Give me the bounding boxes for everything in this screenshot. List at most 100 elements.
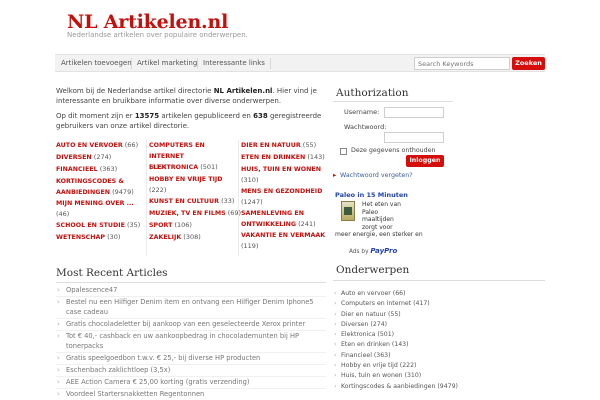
- list-item[interactable]: › Elektronica (501): [333, 330, 545, 340]
- category-link[interactable]: AUTO EN VERVOER: [56, 142, 123, 149]
- search-button[interactable]: Zoeken: [512, 57, 545, 70]
- category-item: SAMENLEVING EN ONTWIKKELING (241): [241, 210, 316, 228]
- intro-text: Welkom bij de Nederlandse artikel direct…: [56, 86, 326, 136]
- list-item[interactable]: › Kortingscodes & aanbiedingen (9479): [333, 382, 545, 392]
- article-link[interactable]: Opalescence47: [66, 286, 117, 294]
- list-item[interactable]: › Gratis chocoladeletter bij aankoop van …: [56, 319, 326, 331]
- topic-link[interactable]: Huis, tuin en wonen (310): [341, 372, 421, 379]
- topics-title: Onderwerpen: [336, 264, 410, 276]
- article-link[interactable]: Eschenbach zaklichtloep (3,5x): [66, 366, 170, 374]
- article-link[interactable]: Gratis chocoladeletter bij aankoop van e…: [66, 320, 305, 328]
- site-description: Nederlandse artikelen over populaire ond…: [67, 31, 248, 39]
- topic-link[interactable]: Elektronica (501): [341, 331, 394, 338]
- article-link[interactable]: AEE Action Camera € 25,00 korting (grati…: [66, 378, 249, 386]
- category-link[interactable]: SCHOOL EN STUDIE: [56, 222, 125, 229]
- section-divider: [333, 101, 453, 102]
- topic-link[interactable]: Eten en drinken (143): [341, 341, 409, 348]
- article-link[interactable]: Tot € 40,- cashback en uw aankoopbedrag …: [66, 332, 299, 350]
- list-item[interactable]: › Hobby en vrije tijd (222): [333, 361, 545, 371]
- category-link[interactable]: ELEKTRONICA: [149, 164, 198, 171]
- category-link[interactable]: FINANCIEEL: [56, 166, 98, 173]
- list-item[interactable]: › Tot € 40,- cashback en uw aankoopbedrag…: [56, 331, 326, 353]
- ad-widget[interactable]: Paleo in 15 Minuten Het eten van Paleo m…: [335, 191, 452, 259]
- arrow-icon: ▸: [333, 171, 337, 179]
- category-item: SPORT (106): [149, 221, 192, 229]
- paypro-logo: PayPro: [370, 247, 398, 255]
- category-link[interactable]: VAKANTIE EN VERMAAK: [241, 232, 325, 239]
- category-link[interactable]: COMPUTERS EN INTERNET: [149, 142, 205, 160]
- login-button[interactable]: Inloggen: [406, 155, 444, 167]
- column-divider: [238, 140, 239, 256]
- password-label: Wachtwoord:: [344, 123, 387, 131]
- category-link[interactable]: MENS EN GEZONDHEID: [241, 188, 322, 195]
- category-item: DIER EN NATUUR (55): [241, 141, 317, 149]
- category-link[interactable]: ETEN EN DRINKEN: [241, 154, 305, 161]
- category-link[interactable]: WETENSCHAP: [56, 234, 105, 241]
- topics-list: › Auto en vervoer (66) › Computers en inte…: [333, 289, 545, 392]
- list-item[interactable]: › Huis, tuin en wonen (310): [333, 371, 545, 381]
- article-link[interactable]: Voordeel Startersnakketten Regentonnen: [66, 390, 204, 398]
- category-item: SCHOOL EN STUDIE (35): [56, 221, 141, 229]
- list-item[interactable]: › Computers en internet (417): [333, 299, 545, 309]
- category-item: MUZIEK, TV EN FILMS (69): [149, 209, 242, 217]
- topic-link[interactable]: Computers en internet (417): [341, 300, 430, 307]
- chevron-right-icon: ›: [334, 362, 337, 370]
- article-link[interactable]: Gratis speelgoedbon t.w.v. € 25,- bij di…: [66, 354, 260, 362]
- topic-link[interactable]: Kortingscodes & aanbiedingen (9479): [341, 383, 458, 390]
- category-link[interactable]: DIER EN NATUUR: [241, 142, 301, 149]
- category-link[interactable]: DIVERSEN: [56, 154, 92, 161]
- chevron-right-icon: ›: [57, 332, 60, 340]
- list-item[interactable]: › Gratis speelgoedbon t.w.v. € 25,- bij d…: [56, 353, 326, 365]
- article-link[interactable]: Bestel nu een Hilfiger Denim item en ont…: [66, 298, 314, 316]
- chevron-right-icon: ›: [334, 331, 337, 339]
- username-field[interactable]: [384, 107, 444, 118]
- remember-me-checkbox[interactable]: [340, 148, 347, 155]
- topic-link[interactable]: Auto en vervoer (66): [341, 290, 406, 297]
- article-count: 13575: [134, 112, 160, 120]
- category-item: DIVERSEN (274): [56, 153, 112, 161]
- category-link[interactable]: HUIS, TUIN EN WONEN: [241, 166, 321, 173]
- category-link[interactable]: HOBBY EN VRIJE TIJD: [149, 176, 223, 183]
- search-input[interactable]: [414, 57, 510, 70]
- chevron-right-icon: ›: [334, 310, 337, 318]
- category-item: WETENSCHAP (30): [56, 233, 121, 241]
- authorization-title: Authorization: [336, 87, 409, 99]
- topic-link[interactable]: Financieel (363): [341, 352, 391, 359]
- nav-item-artikelen-toevoegen[interactable]: Artikelen toevoegen: [61, 59, 132, 67]
- category-link[interactable]: SPORT: [149, 222, 172, 229]
- chevron-right-icon: ›: [57, 354, 60, 362]
- site-title[interactable]: NL Artikelen.nl: [67, 11, 228, 33]
- category-link[interactable]: SAMENLEVING EN ONTWIKKELING: [241, 210, 304, 228]
- list-item[interactable]: › Auto en vervoer (66): [333, 289, 545, 299]
- list-item[interactable]: › Eschenbach zaklichtloep (3,5x): [56, 365, 326, 377]
- chevron-right-icon: ›: [334, 382, 337, 390]
- ad-title[interactable]: Paleo in 15 Minuten: [335, 191, 408, 199]
- user-count: 638: [253, 112, 268, 120]
- category-column: COMPUTERS EN INTERNET (417) ELEKTRONICA (…: [149, 140, 242, 244]
- chevron-right-icon: ›: [334, 351, 337, 359]
- category-link[interactable]: MUZIEK, TV EN FILMS: [149, 210, 226, 217]
- topic-link[interactable]: Dier en natuur (55): [341, 311, 401, 318]
- category-link[interactable]: ZAKELIJK: [149, 234, 181, 241]
- category-link[interactable]: KUNST EN CULTUUR: [149, 198, 219, 205]
- category-item: ELEKTRONICA (501): [149, 163, 218, 171]
- list-item[interactable]: › Eten en drinken (143): [333, 340, 545, 350]
- list-item[interactable]: › Dier en natuur (55): [333, 310, 545, 320]
- list-item[interactable]: › Opalescence47: [56, 285, 326, 297]
- list-item[interactable]: › Voordeel Startersnakketten Regentonnen: [56, 389, 326, 400]
- list-item[interactable]: › Diversen (274): [333, 320, 545, 330]
- main-navigation: Artikelen toevoegen Artikel marketing In…: [55, 54, 545, 72]
- category-link[interactable]: MIJN MENING OVER ...: [56, 200, 134, 207]
- list-item[interactable]: › AEE Action Camera € 25,00 korting (grat…: [56, 377, 326, 389]
- topic-link[interactable]: Diversen (274): [341, 321, 387, 328]
- list-item[interactable]: › Bestel nu een Hilfiger Denim item en on…: [56, 297, 326, 319]
- nav-item-interessante-links[interactable]: Interessante links: [203, 59, 265, 67]
- topic-link[interactable]: Hobby en vrije tijd (222): [341, 362, 416, 369]
- password-field[interactable]: [384, 132, 444, 143]
- nav-item-artikel-marketing[interactable]: Artikel marketing: [137, 59, 197, 67]
- forgot-password-link[interactable]: Wachtwoord vergeten?: [340, 172, 413, 179]
- chevron-right-icon: ›: [57, 378, 60, 386]
- list-item[interactable]: › Financieel (363): [333, 351, 545, 361]
- category-item: FINANCIEEL (363): [56, 165, 118, 173]
- category-item: ZAKELIJK (308): [149, 233, 201, 241]
